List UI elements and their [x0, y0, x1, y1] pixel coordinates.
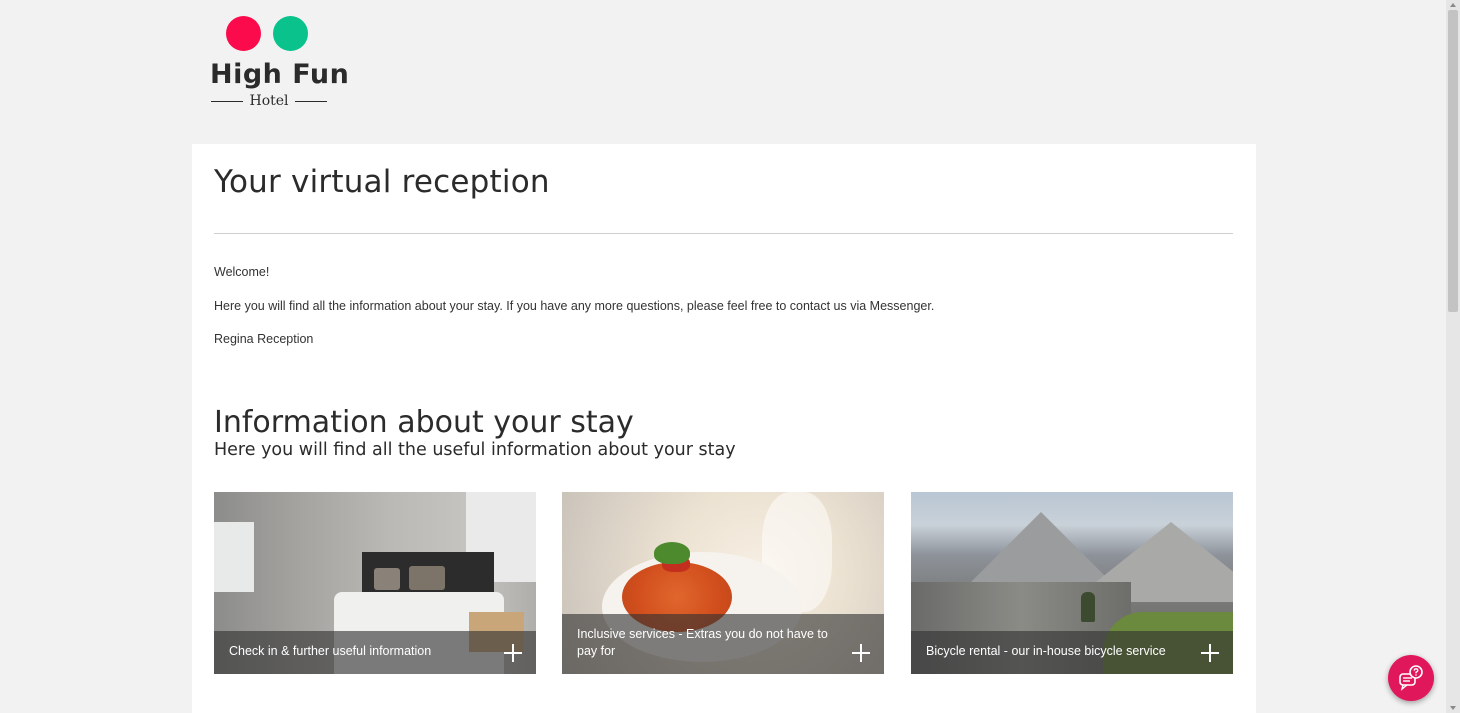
tile-bicycle-rental[interactable]: Bicycle rental - our in-house bicycle se… — [911, 492, 1233, 674]
logo-dot-green — [273, 16, 308, 51]
logo-dot-red — [226, 16, 261, 51]
page-scrollbar[interactable] — [1446, 0, 1460, 713]
logo-brand-text: High Fun — [210, 59, 350, 90]
tile-inclusive-services[interactable]: Inclusive services - Extras you do not h… — [562, 492, 884, 674]
tile-label: Bicycle rental - our in-house bicycle se… — [926, 644, 1166, 658]
divider — [214, 233, 1233, 234]
logo-subtitle-text: Hotel — [249, 93, 289, 109]
tile-label: Check in & further useful information — [229, 644, 432, 658]
expand-plus-icon[interactable] — [504, 644, 522, 662]
welcome-text: Welcome! — [214, 265, 270, 279]
logo-rule-right — [294, 100, 327, 102]
tile-label: Inclusive services - Extras you do not h… — [577, 627, 828, 658]
expand-plus-icon[interactable] — [1201, 644, 1219, 662]
intro-text: Here you will find all the information a… — [214, 299, 935, 313]
chat-help-icon — [1399, 665, 1423, 691]
page-title: Your virtual reception — [214, 164, 550, 200]
scrollbar-thumb[interactable] — [1448, 10, 1458, 312]
chat-button[interactable] — [1388, 655, 1434, 701]
logo-rule-left — [211, 100, 244, 102]
content-card: Your virtual reception Welcome! Here you… — [192, 144, 1256, 713]
hotel-logo[interactable]: High Fun Hotel — [210, 15, 350, 111]
tile-check-in[interactable]: Check in & further useful information — [214, 492, 536, 674]
section-title: Information about your stay — [214, 405, 634, 440]
expand-plus-icon[interactable] — [852, 644, 870, 662]
tile-caption: Check in & further useful information — [214, 631, 536, 674]
scroll-up-arrow-icon[interactable] — [1450, 3, 1456, 7]
info-tiles: Check in & further useful information In… — [214, 492, 1233, 674]
logo-subtitle: Hotel — [210, 91, 328, 111]
signature-text: Regina Reception — [214, 332, 314, 346]
scroll-down-arrow-icon[interactable] — [1450, 706, 1456, 710]
section-subtitle: Here you will find all the useful inform… — [214, 440, 736, 460]
tile-caption: Inclusive services - Extras you do not h… — [562, 614, 884, 674]
tile-caption: Bicycle rental - our in-house bicycle se… — [911, 631, 1233, 674]
